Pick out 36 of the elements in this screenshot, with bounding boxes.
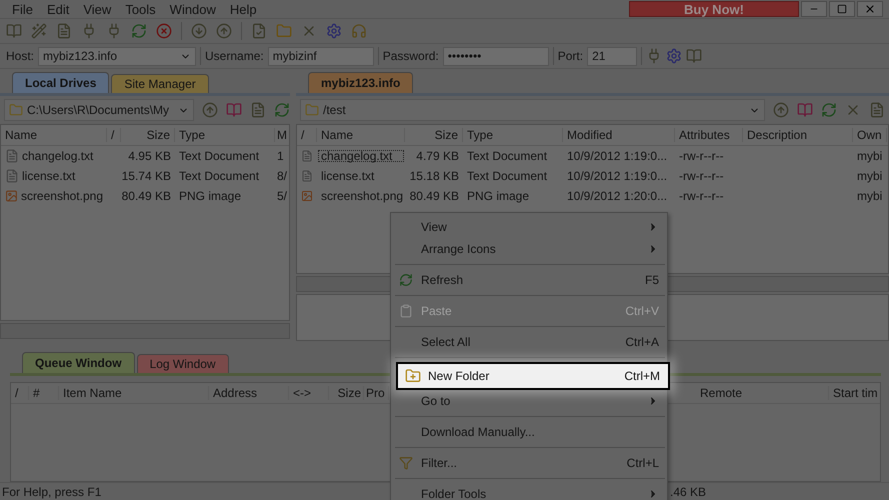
table-cell-text: Text Document — [466, 169, 548, 183]
table-cell-text: 8/ — [276, 169, 288, 183]
table-cell-text: 4.79 KB — [415, 149, 460, 163]
table-cell-text: license.txt — [320, 169, 376, 183]
table-cell-text: 10/9/2012 1:19:0... — [566, 149, 668, 163]
table-cell-text: Text Document — [466, 149, 548, 163]
status-size: .46 KB — [670, 484, 706, 498]
table-cell-text: 10/9/2012 1:19:0... — [566, 169, 668, 183]
table-cell-text: 15.18 KB — [408, 169, 460, 183]
table-cell-text: screenshot.png — [320, 189, 404, 203]
port-label: Port: — [558, 49, 584, 63]
table-cell-text: mybi — [856, 149, 884, 163]
table-cell-text: PNG image — [178, 189, 242, 203]
table-cell-text: PNG image — [466, 189, 530, 203]
table-cell-text: Text Document — [178, 149, 260, 163]
password-label: Password: — [382, 49, 439, 63]
table-cell: license.txt — [1, 169, 107, 183]
table-cell-text: mybi — [856, 189, 884, 203]
table-cell-text: Text Document — [178, 169, 260, 183]
table-cell-text: 80.49 KB — [408, 189, 460, 203]
table-cell-text: -rw-r--r-- — [678, 169, 725, 183]
table-cell-text: 15.74 KB — [121, 169, 172, 183]
table-cell: changelog.txt — [1, 149, 107, 163]
table-cell-text: -rw-r--r-- — [678, 149, 725, 163]
table-cell-text: mybi — [856, 169, 884, 183]
host-label: Host: — [6, 49, 34, 63]
status-text: For Help, press F1 — [2, 484, 102, 498]
table-cell: changelog.txt — [317, 149, 405, 163]
table-cell-text: 1 — [276, 149, 285, 163]
table-cell-text: 80.49 KB — [121, 189, 172, 203]
table-cell: screenshot.png — [1, 189, 107, 203]
table-cell-text: 4.95 KB — [127, 149, 172, 163]
username-label: Username: — [205, 49, 264, 63]
table-cell-text: -rw-r--r-- — [678, 189, 725, 203]
table-cell-text: 10/9/2012 1:20:0... — [566, 189, 668, 203]
table-cell-text: 5/ — [276, 189, 288, 203]
